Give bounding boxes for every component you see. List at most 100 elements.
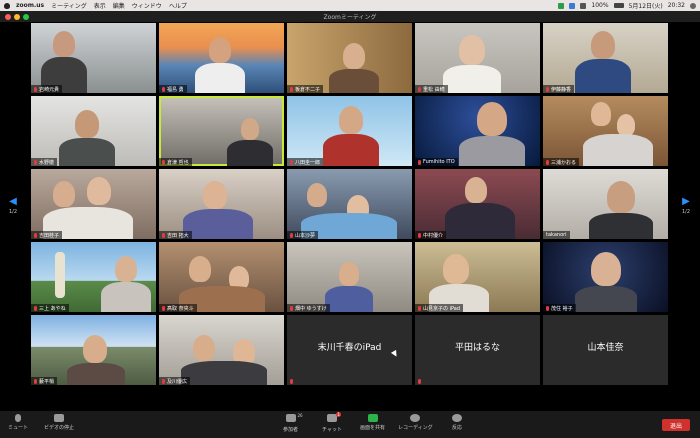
participant-name: 倉津 哲也 — [167, 159, 189, 166]
participant-name: 中村優介 — [423, 232, 444, 239]
video-tile[interactable]: takanori — [543, 169, 668, 239]
participant-name-bar — [287, 377, 296, 385]
participants-count: 26 — [297, 413, 303, 418]
menu-meeting[interactable]: ミーティング — [51, 1, 87, 10]
chat-button[interactable]: 1 チャット — [322, 412, 342, 433]
participant-name: 髙取 奈央斗 — [167, 305, 194, 312]
mic-muted-icon — [290, 232, 293, 238]
participant-name-bar: 山見京子の iPad — [415, 304, 464, 312]
reactions-label: 反応 — [452, 425, 463, 431]
participant-name-bar: 茂住 裕子 — [543, 304, 576, 312]
menu-edit[interactable]: 編集 — [113, 1, 125, 10]
video-tile[interactable]: 中村優介 — [415, 169, 540, 239]
participants-icon — [285, 414, 296, 422]
status-app-icon[interactable] — [569, 2, 576, 9]
participant-name-bar: 福島 勇 — [159, 85, 187, 93]
mic-muted-icon — [418, 86, 421, 92]
participant-name: Fumihito ITO — [423, 159, 455, 165]
wifi-icon[interactable] — [580, 2, 587, 9]
close-window-icon[interactable] — [5, 14, 11, 20]
prev-page-button[interactable]: ◀ 1/2 — [9, 196, 17, 215]
video-tile[interactable]: 藪平梢 — [31, 315, 156, 385]
page-indicator-left: 1/2 — [8, 209, 18, 215]
video-camera-icon — [54, 414, 64, 422]
participant-name: 伊藤静香 — [551, 86, 572, 93]
mic-muted-icon — [162, 305, 165, 311]
next-page-button[interactable]: ▶ 1/2 — [682, 196, 690, 215]
video-tile[interactable]: 板倉不二子 — [287, 23, 412, 93]
mic-muted-icon — [34, 305, 37, 311]
mic-muted-icon — [34, 159, 37, 165]
mic-muted-icon — [290, 305, 293, 311]
mic-muted-icon — [34, 86, 37, 92]
mic-muted-icon — [162, 232, 165, 238]
stop-video-button[interactable]: ビデオの停止 — [44, 414, 74, 431]
video-tile[interactable]: 山見京子の iPad — [415, 242, 540, 312]
video-tile[interactable]: 福島 勇 — [159, 23, 284, 93]
participant-name: takanori — [546, 232, 567, 238]
participant-name-bar: 八田圭一郎 — [287, 158, 324, 166]
participant-name: 吉田桂子 — [39, 232, 60, 239]
chat-icon-wrap: 1 — [326, 412, 341, 424]
window-titlebar: Zoomミーティング — [0, 11, 700, 22]
leave-meeting-button[interactable]: 退出 — [662, 419, 690, 431]
video-tile[interactable]: 畑中 ゆうすけ — [287, 242, 412, 312]
reactions-button[interactable]: 反応 — [452, 414, 462, 431]
video-tile[interactable]: 水野徹 — [31, 96, 156, 166]
microphone-icon — [15, 414, 21, 422]
menu-help[interactable]: ヘルプ — [169, 1, 187, 10]
participant-name: 藪平梢 — [39, 378, 55, 385]
participant-name-bar: 三浦かおる — [543, 158, 580, 166]
participant-name-bar: 三上 あやね — [31, 304, 69, 312]
participants-button[interactable]: 26 参加者 — [283, 413, 303, 433]
mute-label: ミュート — [8, 425, 29, 431]
mic-muted-icon — [290, 86, 293, 92]
mic-muted-icon — [162, 378, 165, 384]
minimize-window-icon[interactable] — [14, 14, 20, 20]
share-screen-label: 画面を共有 — [360, 425, 386, 431]
menu-view[interactable]: 表示 — [94, 1, 106, 10]
video-tile-camera-off[interactable]: 山本佳奈 — [543, 315, 668, 385]
status-app-icon[interactable] — [558, 2, 565, 9]
video-tile[interactable]: 八田圭一郎 — [287, 96, 412, 166]
record-icon — [410, 414, 421, 422]
menu-app[interactable]: zoom.us — [16, 2, 44, 9]
video-tile[interactable]: 茂住 裕子 — [543, 242, 668, 312]
video-tile[interactable]: 伊藤静香 — [543, 23, 668, 93]
participant-name-bar: 藪平梢 — [31, 377, 58, 385]
battery-icon[interactable] — [613, 3, 624, 8]
video-tile[interactable]: 三上 あやね — [31, 242, 156, 312]
video-tile[interactable]: 及川優広 — [159, 315, 284, 385]
share-screen-button[interactable]: 画面を共有 — [360, 414, 385, 431]
window-title: Zoomミーティング — [323, 14, 377, 21]
participant-name-bar: 吉田桂子 — [31, 231, 63, 239]
video-tile[interactable]: 髙取 奈央斗 — [159, 242, 284, 312]
zoom-window-icon[interactable] — [23, 14, 29, 20]
participant-name-bar: 板倉不二子 — [287, 85, 324, 93]
mic-muted-icon — [418, 159, 421, 165]
search-icon[interactable] — [690, 2, 696, 9]
participant-name: 山見京子の iPad — [423, 305, 461, 312]
participant-name-bar: 吉田 拓大 — [159, 231, 192, 239]
video-tile[interactable]: 三浦かおる — [543, 96, 668, 166]
meeting-toolbar: ミュート ビデオの停止 26 参加者 1 チャット 画面を共有 レコーディング … — [0, 411, 700, 438]
record-button[interactable]: レコーディング — [398, 414, 433, 431]
menubar-time[interactable]: 20:32 — [668, 2, 685, 9]
participant-name: 岩崎元貴 — [39, 86, 60, 93]
apple-icon[interactable] — [4, 2, 10, 9]
video-tile[interactable]: 吉田桂子 — [31, 169, 156, 239]
participant-name: 八田圭一郎 — [295, 159, 321, 166]
participant-name: 三浦かおる — [551, 159, 577, 166]
mute-button[interactable]: ミュート — [8, 414, 28, 431]
video-tile[interactable]: 山本沙夢 — [287, 169, 412, 239]
video-tile[interactable]: 重松 由穂 — [415, 23, 540, 93]
video-tile[interactable]: 吉田 拓大 — [159, 169, 284, 239]
video-tile[interactable]: 岩崎元貴 — [31, 23, 156, 93]
menu-window[interactable]: ウィンドウ — [132, 1, 162, 10]
mic-muted-icon — [162, 159, 165, 165]
video-tile[interactable]: Fumihito ITO — [415, 96, 540, 166]
participant-name: 福島 勇 — [167, 86, 184, 93]
video-tile-camera-off[interactable]: 平田はるな — [415, 315, 540, 385]
video-tile-active-speaker[interactable]: 倉津 哲也 — [159, 96, 284, 166]
chat-unread-badge: 1 — [336, 412, 341, 417]
